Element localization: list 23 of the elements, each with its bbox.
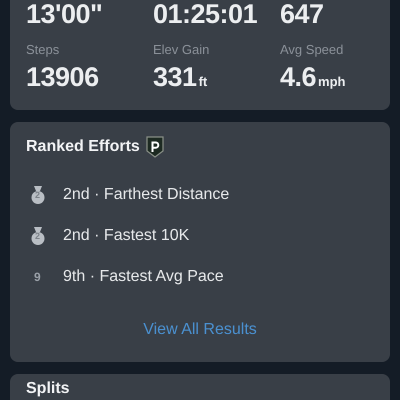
effort-text: 9th · Fastest Avg Pace [63,268,224,286]
effort-text: 2nd · Farthest Distance [63,186,230,204]
effort-text: 2nd · Fastest 10K [63,226,190,244]
stat-value: 647 [280,0,325,28]
rank-number: 2 [35,230,40,240]
stat-value: 13'00" [26,0,104,28]
stat-value: 331 [153,63,197,91]
card-title: Splits [26,380,70,397]
stat-value: 13906 [26,63,99,91]
stat-label: Avg Speed [280,42,344,58]
card-title: Ranked Efforts [26,138,140,156]
medal-icon [30,184,46,204]
shield-badge-icon [144,136,165,158]
stat-unit: mph [318,74,346,89]
stat-label: Elev Gain [153,42,210,58]
stat-label: Steps [26,42,60,58]
rank-number: 2 [35,190,40,200]
view-all-results-link[interactable]: View All Results [143,321,257,339]
rank-number: 9 [33,270,41,284]
stat-value: 4.6 [280,63,316,91]
stat-unit: ft [198,74,208,89]
stat-value: 01:25:01 [153,0,258,28]
medal-icon [30,226,46,246]
